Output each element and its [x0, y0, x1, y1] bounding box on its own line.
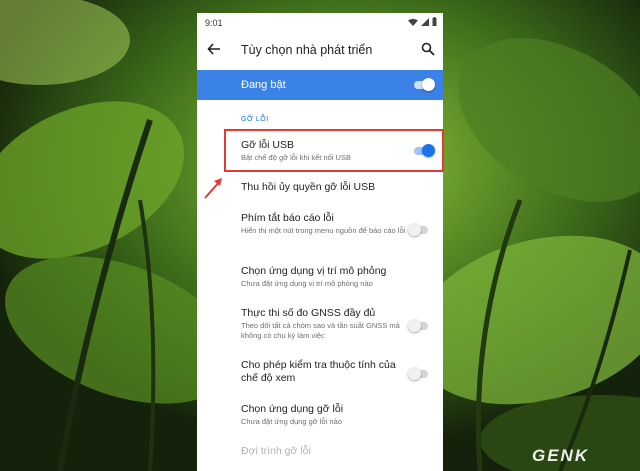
setting-view-attribute-inspection[interactable]: Cho phép kiểm tra thuộc tính của chế độ … — [241, 359, 411, 385]
phone-screen: 9:01 Tùy chọn nhà phát triển Đang bật GỠ… — [197, 13, 443, 471]
setting-revoke-usb-authorizations[interactable]: Thu hồi ủy quyền gỡ lỗi USB — [241, 181, 411, 194]
setting-title: Phím tắt báo cáo lỗi — [241, 212, 334, 224]
wifi-icon — [408, 18, 418, 26]
setting-subtitle: Chưa đặt ứng dụng gỡ lỗi nào — [241, 417, 342, 426]
setting-subtitle: Chưa đặt ứng dụng vị trí mô phỏng nào — [241, 279, 373, 288]
watermark-logo: GENK — [532, 446, 590, 465]
setting-subtitle: Theo dõi tất cả chòm sao và tần suất GNS… — [241, 321, 400, 340]
setting-title: Chọn ứng dụng vị trí mô phỏng — [241, 265, 387, 277]
signal-icon — [421, 17, 429, 26]
setting-title: Đợi trình gỡ lỗi — [241, 445, 311, 457]
highlight-box — [224, 129, 444, 172]
page-title: Tùy chọn nhà phát triển — [241, 43, 373, 57]
setting-bug-report-shortcut[interactable]: Phím tắt báo cáo lỗi Hiển thị một nút tr… — [241, 212, 411, 236]
bug-report-shortcut-toggle[interactable] — [408, 223, 428, 236]
status-time: 9:01 — [205, 18, 223, 28]
search-icon[interactable] — [421, 42, 435, 56]
gnss-measurements-toggle[interactable] — [408, 319, 428, 332]
red-arrow-icon — [204, 178, 222, 199]
master-switch-toggle[interactable] — [414, 78, 435, 91]
master-switch-label: Đang bật — [241, 79, 286, 91]
setting-mock-location-app[interactable]: Chọn ứng dụng vị trí mô phỏng Chưa đặt ứ… — [241, 265, 411, 289]
back-arrow-icon[interactable] — [207, 42, 221, 56]
setting-full-gnss-measurements[interactable]: Thực thi số đo GNSS đầy đủ Theo dõi tất … — [241, 307, 411, 341]
app-bar: Tùy chọn nhà phát triển — [197, 31, 443, 71]
view-attribute-inspection-toggle[interactable] — [408, 367, 428, 380]
setting-title: Thu hồi ủy quyền gỡ lỗi USB — [241, 181, 376, 193]
setting-title: Thực thi số đo GNSS đầy đủ — [241, 307, 376, 319]
section-header-debugging: GỠ LỖI — [241, 116, 269, 123]
status-bar: 9:01 — [197, 13, 443, 31]
setting-debug-app[interactable]: Chọn ứng dụng gỡ lỗi Chưa đặt ứng dụng g… — [241, 403, 411, 427]
setting-title: Cho phép kiểm tra thuộc tính của chế độ … — [241, 359, 396, 384]
battery-icon — [432, 17, 437, 26]
master-switch-bar[interactable]: Đang bật — [197, 70, 443, 100]
setting-title: Chọn ứng dụng gỡ lỗi — [241, 403, 344, 415]
setting-subtitle: Hiển thị một nút trong menu nguồn để báo… — [241, 226, 406, 235]
setting-wait-for-debugger[interactable]: Đợi trình gỡ lỗi — [241, 445, 411, 458]
